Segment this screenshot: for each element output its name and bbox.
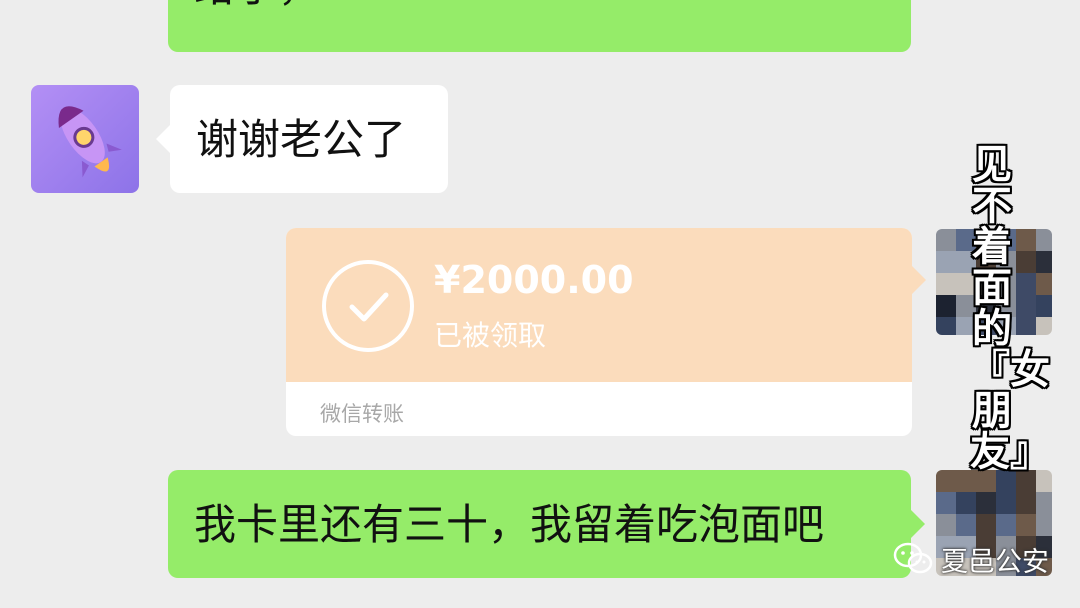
received-message-bubble[interactable]: 谢谢老公了 xyxy=(156,85,448,193)
bubble-tail xyxy=(912,266,926,294)
sent-message-bubble[interactable]: 我卡里还有三十，我留着吃泡面吧 xyxy=(168,470,925,578)
message-text: 我卡里还有三十，我留着吃泡面吧 xyxy=(194,500,825,549)
received-check-icon xyxy=(322,260,414,352)
message-text: 给了， xyxy=(194,0,320,8)
transfer-amount: ¥2000.00 xyxy=(434,258,634,302)
rocket-icon xyxy=(58,106,122,178)
transfer-card-top: ¥2000.00 已被领取 xyxy=(286,228,912,382)
sent-message-bubble[interactable]: 给了， xyxy=(168,0,911,52)
watermark-text: 夏邑公安 xyxy=(941,546,1049,578)
wechat-icon xyxy=(893,542,933,574)
watermark: 夏邑公安 xyxy=(893,541,1049,578)
wechat-transfer-card[interactable]: ¥2000.00 已被领取 微信转账 xyxy=(286,228,912,436)
contact-avatar[interactable] xyxy=(31,85,139,193)
transfer-type-label: 微信转账 xyxy=(320,402,404,426)
transfer-status: 已被领取 xyxy=(434,319,547,352)
message-text: 谢谢老公了 xyxy=(196,115,407,164)
overlay-caption: 见不着面的『女朋友』 xyxy=(970,142,1050,475)
